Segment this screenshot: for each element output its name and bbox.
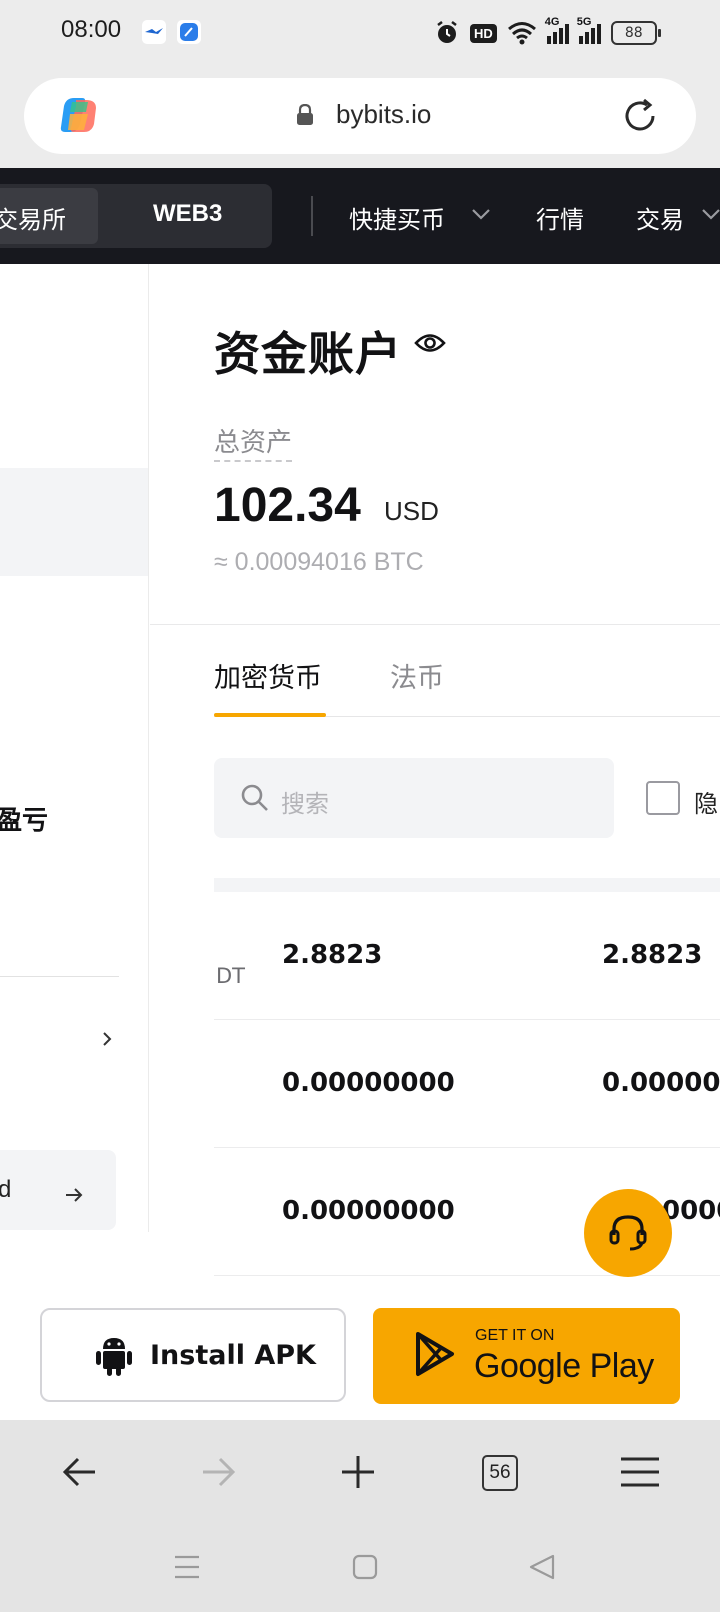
new-tab-plus-icon[interactable]	[340, 1454, 376, 1490]
status-time: 08:00	[61, 16, 122, 43]
url-text[interactable]: bybits.io	[336, 99, 431, 130]
left-menu-divider	[0, 976, 119, 977]
google-play-small-label[interactable]: GET IT ON	[475, 1327, 554, 1345]
google-play-label[interactable]: Google Play	[474, 1347, 654, 1386]
table-cell-available: 2.8823	[602, 940, 703, 970]
install-apk-label[interactable]: Install APK	[150, 1340, 316, 1371]
system-back-icon[interactable]	[528, 1554, 556, 1580]
table-cell-balance: 0.00000000	[282, 1068, 455, 1098]
eye-icon[interactable]	[414, 330, 446, 356]
notification-app-icon	[142, 20, 166, 44]
status-icons: HD 4G 5G 88	[434, 16, 661, 48]
hd-icon: HD	[470, 23, 497, 43]
table-cell-available: 0.000000	[602, 1068, 720, 1098]
search-placeholder[interactable]: 搜索	[281, 784, 329, 819]
tab-crypto[interactable]: 加密货币	[214, 656, 322, 695]
tab-fiat[interactable]: 法币	[390, 656, 444, 695]
system-home-icon[interactable]	[352, 1554, 378, 1580]
android-icon	[94, 1334, 134, 1378]
chevron-right-icon[interactable]	[100, 1030, 114, 1048]
table-header	[214, 878, 720, 892]
table-row-divider	[214, 1147, 720, 1148]
google-play-icon	[414, 1330, 456, 1378]
balance-btc: ≈ 0.00094016 BTC	[214, 548, 424, 576]
left-menu-item-pnl[interactable]: 盈亏	[0, 800, 48, 837]
back-arrow-icon[interactable]	[62, 1454, 98, 1490]
system-recents-icon[interactable]	[174, 1554, 200, 1580]
support-chat-button[interactable]	[584, 1189, 672, 1277]
menu-hamburger-icon[interactable]	[620, 1456, 660, 1488]
segment-exchange[interactable]: 交易所	[0, 200, 66, 235]
lock-icon	[296, 104, 314, 126]
table-row-coin: DT	[216, 964, 245, 988]
left-menu-link-card[interactable]	[0, 1150, 116, 1230]
table-cell-balance: 2.8823	[282, 940, 383, 970]
arrow-right-icon[interactable]	[64, 1186, 84, 1204]
total-balance: 102.34	[214, 479, 361, 532]
nav-markets[interactable]: 行情	[536, 200, 584, 235]
battery-indicator: 88	[610, 21, 661, 45]
nav-quick-buy[interactable]: 快捷买币	[349, 200, 445, 235]
copilot-icon[interactable]	[56, 92, 102, 138]
nav-trade[interactable]: 交易	[636, 200, 684, 235]
page-title: 资金账户	[214, 327, 402, 381]
wifi-icon	[507, 21, 537, 45]
balance-unit: USD	[384, 496, 439, 526]
table-cell-balance: 0.00000000	[282, 1196, 455, 1226]
hide-small-label[interactable]: 隐	[694, 784, 718, 819]
notification-app-icon-2	[177, 20, 201, 44]
total-assets-label[interactable]: 总资产	[214, 422, 293, 462]
search-input[interactable]	[214, 758, 614, 838]
chevron-down-icon	[470, 207, 492, 221]
nav-divider	[311, 196, 313, 236]
tab-count-button[interactable]: 56	[482, 1455, 518, 1491]
left-menu-panel	[0, 264, 149, 1232]
tab-active-indicator	[214, 713, 326, 717]
chevron-down-icon	[700, 207, 720, 221]
forward-arrow-icon[interactable]	[200, 1454, 236, 1490]
reload-icon[interactable]	[620, 96, 660, 136]
alarm-icon	[434, 20, 460, 46]
left-menu-item-active[interactable]	[0, 468, 148, 576]
segment-web3[interactable]: WEB3	[153, 200, 222, 228]
hide-small-checkbox[interactable]	[646, 781, 680, 815]
signal-4g-icon: 4G	[545, 16, 569, 44]
search-icon	[240, 783, 270, 813]
table-row-divider	[214, 1019, 720, 1020]
browser-bottom-bar	[0, 1420, 720, 1612]
left-menu-link-text[interactable]: d	[0, 1176, 11, 1204]
signal-5g-icon: 5G	[577, 16, 601, 44]
section-divider	[150, 624, 720, 625]
